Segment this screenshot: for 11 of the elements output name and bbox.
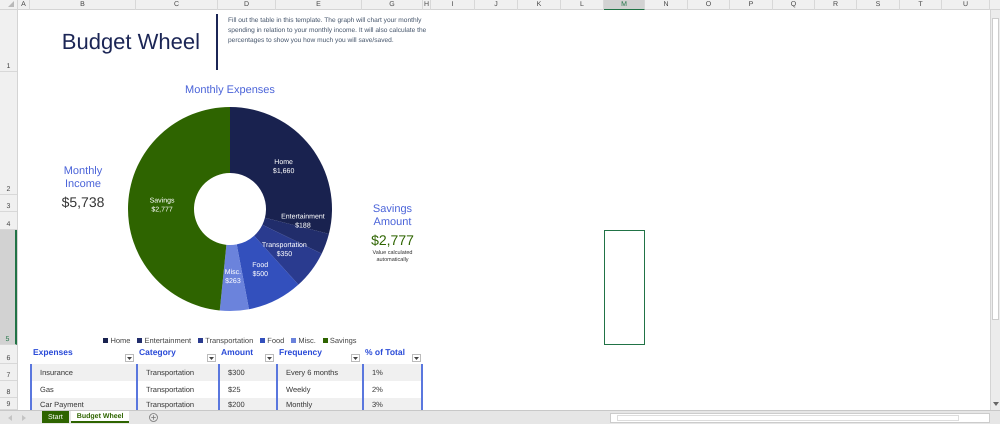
- chart-title: Monthly Expenses: [185, 84, 275, 96]
- kpi-value: $2,777: [371, 232, 414, 248]
- column-heading: Expenses: [33, 347, 73, 357]
- kpi-value: $5,738: [62, 194, 104, 210]
- kpi-label: Monthly Income: [62, 165, 104, 191]
- column-heading: % of Total: [365, 347, 405, 357]
- column-heading: Amount: [221, 347, 254, 357]
- column-heading: Category: [139, 347, 176, 357]
- kpi-label: Savings Amount: [372, 203, 414, 229]
- column-heading: Frequency: [279, 347, 322, 357]
- sheet-title: Budget Wheel: [62, 29, 200, 55]
